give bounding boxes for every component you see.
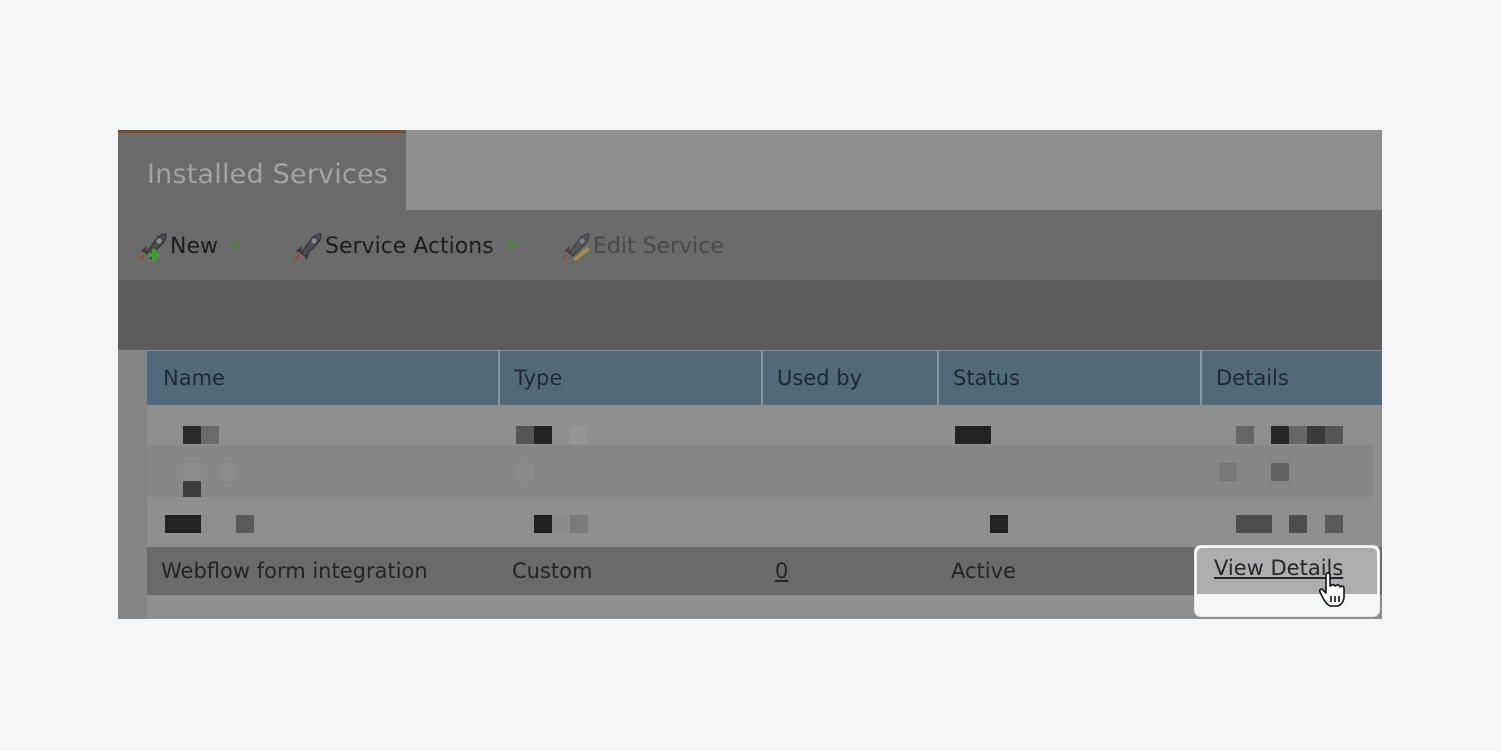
service-type: Custom	[512, 559, 593, 583]
grid-gutter	[118, 350, 147, 619]
redacted-block	[165, 515, 201, 533]
redacted-block	[1236, 426, 1254, 444]
service-name: Webflow form integration	[161, 559, 428, 583]
redacted-block	[1219, 463, 1237, 481]
redacted-block	[1236, 515, 1272, 533]
used-by-link[interactable]: 0	[775, 547, 788, 595]
column-header-name[interactable]: Name	[147, 351, 499, 405]
rocket-add-icon	[139, 233, 167, 261]
redacted-block	[990, 515, 1008, 533]
redacted-block	[570, 515, 588, 533]
service-status: Active	[951, 559, 1016, 583]
redacted-block	[183, 426, 201, 444]
chevron-down-icon[interactable]	[506, 241, 518, 251]
column-header-details[interactable]: Details	[1200, 351, 1382, 405]
tab-installed-services[interactable]: Installed Services	[118, 130, 406, 210]
column-header-used-by[interactable]: Used by	[761, 351, 937, 405]
table-row-redacted[interactable]	[147, 405, 1382, 445]
redacted-block	[201, 426, 219, 444]
rocket-icon	[294, 233, 322, 260]
installed-services-panel: Installed Services New Service Actions E…	[118, 130, 1382, 619]
redacted-block	[1307, 426, 1325, 444]
edit-service-button[interactable]: Edit Service	[561, 230, 724, 262]
table-row-redacted[interactable]	[147, 497, 1382, 547]
chevron-down-icon[interactable]	[230, 241, 242, 251]
column-header-status[interactable]: Status	[937, 351, 1201, 405]
redacted-block	[1271, 463, 1289, 481]
redacted-block	[516, 463, 534, 481]
tab-label: Installed Services	[147, 159, 389, 190]
new-label: New	[170, 233, 218, 259]
redacted-block	[534, 515, 552, 533]
redacted-block	[236, 515, 254, 533]
new-button[interactable]: New	[138, 230, 242, 262]
rocket-edit-icon	[562, 233, 590, 261]
redacted-block	[552, 515, 570, 533]
column-header-type[interactable]: Type	[498, 351, 762, 405]
redacted-block	[955, 426, 991, 444]
redacted-block	[183, 463, 201, 481]
tab-bar: Installed Services	[118, 130, 1382, 210]
hand-pointer-cursor-icon	[1318, 572, 1345, 607]
redacted-block	[1325, 515, 1343, 533]
redacted-block	[1271, 426, 1289, 444]
filter-band	[118, 280, 1382, 350]
redacted-block	[219, 463, 237, 481]
redacted-block	[1289, 426, 1307, 444]
service-actions-button[interactable]: Service Actions	[293, 230, 518, 262]
toolbar: New Service Actions Edit Service	[118, 210, 1382, 280]
service-actions-label: Service Actions	[325, 233, 494, 259]
redacted-block	[516, 426, 534, 444]
table-header: Name Type Used by Status Details	[147, 351, 1382, 405]
redacted-block	[534, 426, 552, 444]
redacted-block	[1325, 426, 1343, 444]
redacted-block	[569, 426, 587, 444]
edit-service-label: Edit Service	[593, 233, 724, 259]
redacted-block	[1289, 515, 1307, 533]
table-row-redacted[interactable]	[147, 445, 1373, 499]
